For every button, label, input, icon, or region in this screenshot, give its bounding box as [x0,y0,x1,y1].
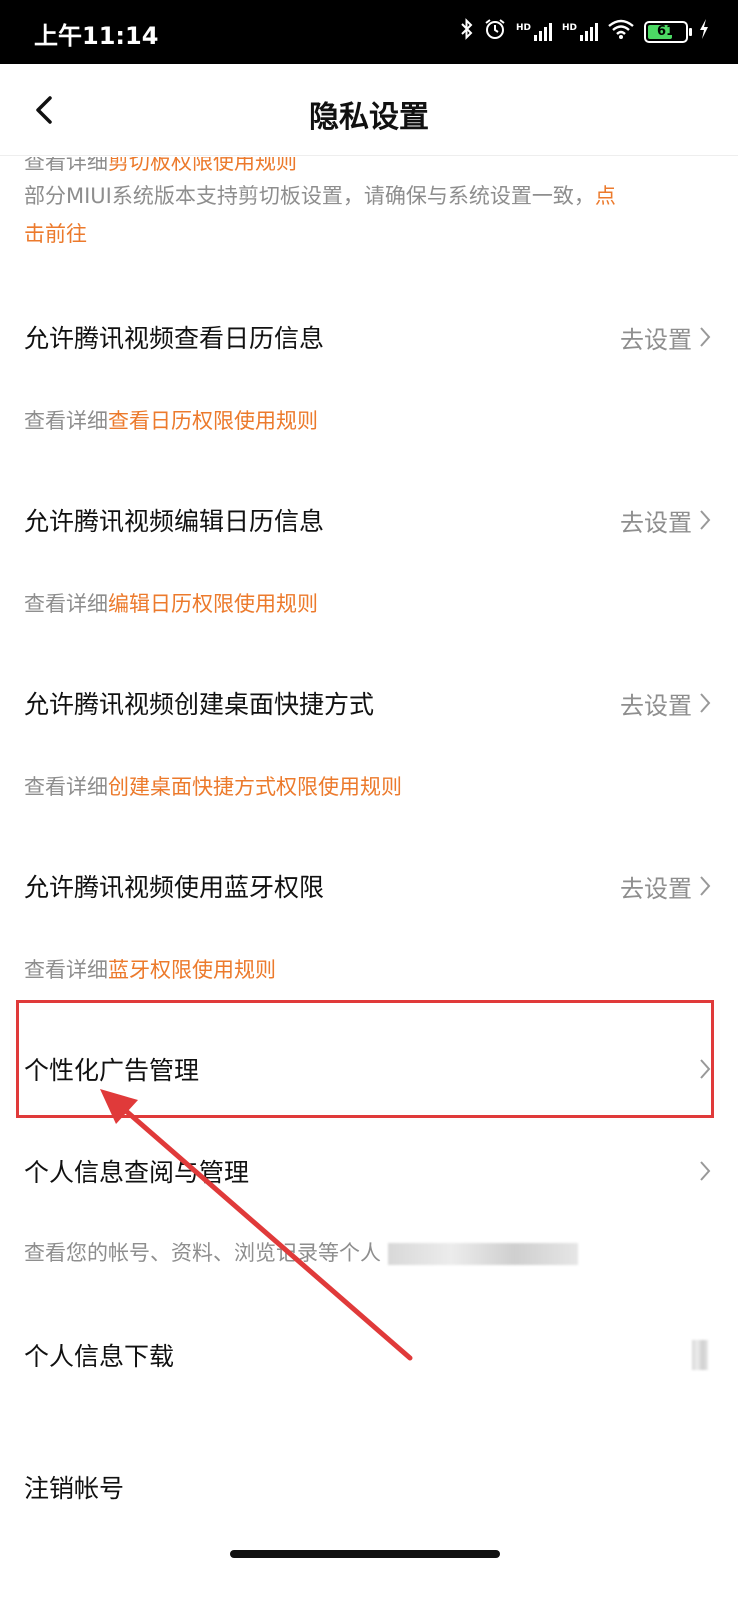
go-settings-label: 去设置 [620,508,692,537]
wifi-icon [608,19,634,44]
charging-icon [698,18,710,45]
rule-link[interactable]: 蓝牙权限使用规则 [108,958,276,982]
chevron-right-icon [700,876,711,896]
rule-link[interactable]: 编辑日历权限使用规则 [108,592,318,616]
clipboard-rule-link[interactable]: 剪切板权限使用规则 [108,157,297,174]
go-settings-label: 去设置 [620,874,692,903]
cancel-account-label: 注销帐号 [24,1474,125,1503]
setting-label: 允许腾讯视频使用蓝牙权限 [24,873,325,902]
rule-prefix: 查看详细 [24,958,108,982]
clipboard-note-cont: 击前往 [24,215,714,253]
setting-label: 允许腾讯视频编辑日历信息 [24,507,325,536]
setting-rule-desc: 查看详细编辑日历权限使用规则 [24,588,318,618]
battery-icon: 61 [644,20,692,43]
personalized-ads-row[interactable]: 个性化广告管理 [0,1029,738,1109]
setting-rule-desc: 查看详细创建桌面快捷方式权限使用规则 [24,771,402,801]
clipboard-goto-link-cont[interactable]: 击前往 [24,222,87,246]
rule-prefix: 查看详细 [24,409,108,433]
status-icons: HD HD 61 [460,18,710,45]
clipboard-info: 查看详细剪切板权限使用规则 部分MIUI系统版本支持剪切板设置，请确保与系统设置… [24,157,714,253]
setting-rule-desc: 查看详细查看日历权限使用规则 [24,405,318,435]
setting-desktop-shortcut[interactable]: 允许腾讯视频创建桌面快捷方式 去设置 [0,663,738,743]
rule-prefix: 查看详细 [24,775,108,799]
bluetooth-icon [460,18,474,45]
chevron-right-icon [700,327,711,347]
battery-level: 61 [656,24,676,39]
cancel-account-row[interactable]: 注销帐号 [0,1447,738,1527]
chevron-right-icon [700,1161,711,1181]
go-settings-label: 去设置 [620,325,692,354]
rule-prefix: 查看详细 [24,592,108,616]
nav-bar: 隐私设置 [0,64,738,156]
setting-label: 允许腾讯视频查看日历信息 [24,324,325,353]
clipboard-goto-link[interactable]: 点 [595,184,616,208]
personal-info-label: 个人信息查阅与管理 [24,1158,250,1187]
chevron-right-icon [700,1059,711,1079]
personal-info-row[interactable]: 个人信息查阅与管理 [0,1131,738,1211]
clipboard-note: 部分MIUI系统版本支持剪切板设置，请确保与系统设置一致，点 [24,177,714,215]
personal-info-desc-text: 查看您的帐号、资料、浏览记录等个人 [24,1241,381,1265]
go-settings-label: 去设置 [620,691,692,720]
blurred-text [387,1243,578,1265]
setting-view-calendar[interactable]: 允许腾讯视频查看日历信息 去设置 [0,297,738,377]
setting-label: 允许腾讯视频创建桌面快捷方式 [24,690,375,719]
personal-info-desc: 查看您的帐号、资料、浏览记录等个人 [24,1237,578,1267]
page-title: 隐私设置 [309,100,429,135]
home-indicator [230,1550,500,1558]
status-time: 上午11:14 [34,22,159,50]
status-bar: 上午11:14 HD HD 61 [0,0,738,64]
clipboard-rule-prefix: 查看详细 [24,157,108,174]
download-info-row[interactable]: 个人信息下载 [0,1315,738,1395]
chevron-right-icon [700,510,711,530]
rule-link[interactable]: 查看日历权限使用规则 [108,409,318,433]
blurred-mark [692,1340,708,1370]
hd-signal-icon: HD [515,22,552,41]
setting-rule-desc: 查看详细蓝牙权限使用规则 [24,954,276,984]
download-info-label: 个人信息下载 [24,1342,175,1371]
personalized-ads-label: 个性化广告管理 [24,1056,200,1085]
hd-label: HD [561,22,577,33]
clipboard-rule-line: 查看详细剪切板权限使用规则 [24,157,714,177]
setting-edit-calendar[interactable]: 允许腾讯视频编辑日历信息 去设置 [0,480,738,560]
setting-bluetooth[interactable]: 允许腾讯视频使用蓝牙权限 去设置 [0,846,738,926]
rule-link[interactable]: 创建桌面快捷方式权限使用规则 [108,775,402,799]
alarm-icon [484,18,506,45]
hd-signal-icon: HD [561,22,598,41]
hd-label: HD [515,22,531,33]
clipboard-note-text: 部分MIUI系统版本支持剪切板设置，请确保与系统设置一致， [24,184,595,208]
chevron-right-icon [700,693,711,713]
